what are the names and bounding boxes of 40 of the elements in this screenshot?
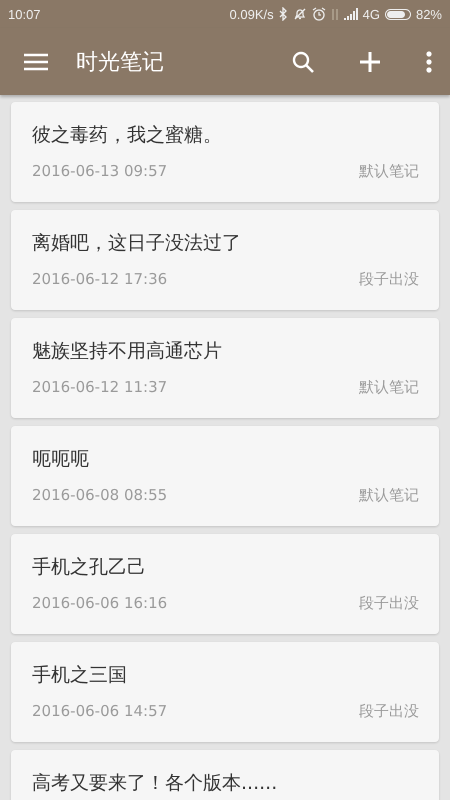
note-category: 段子出没 [359, 702, 419, 721]
add-icon[interactable] [360, 52, 380, 72]
note-date: 2016-06-12 17:36 [32, 270, 168, 289]
menu-icon[interactable] [24, 52, 48, 70]
note-card[interactable]: 高考又要来了！各个版本...... [11, 750, 439, 800]
note-category: 段子出没 [359, 594, 419, 613]
note-date: 2016-06-08 08:55 [32, 486, 168, 505]
bluetooth-icon [278, 7, 288, 21]
network-type: 4G [362, 6, 380, 22]
battery-icon [384, 8, 411, 20]
note-title: 手机之三国 [32, 663, 128, 688]
note-card[interactable]: 离婚吧，这日子没法过了 2016-06-12 17:36 段子出没 [11, 210, 439, 310]
note-card[interactable]: 呃呃呃 2016-06-08 08:55 默认笔记 [11, 426, 439, 526]
alarm-icon [312, 7, 326, 21]
search-icon[interactable] [292, 50, 314, 72]
note-title: 高考又要来了！各个版本...... [32, 771, 278, 796]
note-title: 手机之孔乙己 [32, 555, 147, 580]
note-category: 默认笔记 [359, 378, 419, 397]
note-card[interactable]: 手机之三国 2016-06-06 14:57 段子出没 [11, 642, 439, 742]
note-date: 2016-06-13 09:57 [32, 162, 168, 181]
battery-percent: 82% [416, 6, 442, 22]
note-card[interactable]: 彼之毒药，我之蜜糖。 2016-06-13 09:57 默认笔记 [11, 102, 439, 202]
note-title: 呃呃呃 [32, 447, 90, 472]
note-date: 2016-06-06 16:16 [32, 594, 168, 613]
muted-bell-icon [292, 7, 307, 21]
status-time: 10:07 [8, 6, 41, 22]
note-card[interactable]: 手机之孔乙己 2016-06-06 16:16 段子出没 [11, 534, 439, 634]
note-category: 段子出没 [359, 270, 419, 289]
network-speed: 0.09K/s [230, 6, 274, 22]
note-date: 2016-06-12 11:37 [32, 378, 168, 397]
note-title: 魅族坚持不用高通芯片 [32, 339, 223, 364]
more-icon[interactable] [426, 50, 432, 72]
note-title: 彼之毒药，我之蜜糖。 [32, 123, 223, 148]
note-card[interactable]: 魅族坚持不用高通芯片 2016-06-12 11:37 默认笔记 [11, 318, 439, 418]
note-category: 默认笔记 [359, 162, 419, 181]
signal-icon [344, 8, 358, 20]
note-category: 默认笔记 [359, 486, 419, 505]
note-date: 2016-06-06 14:57 [32, 702, 168, 721]
note-title: 离婚吧，这日子没法过了 [32, 231, 242, 256]
app-title: 时光笔记 [76, 48, 165, 76]
